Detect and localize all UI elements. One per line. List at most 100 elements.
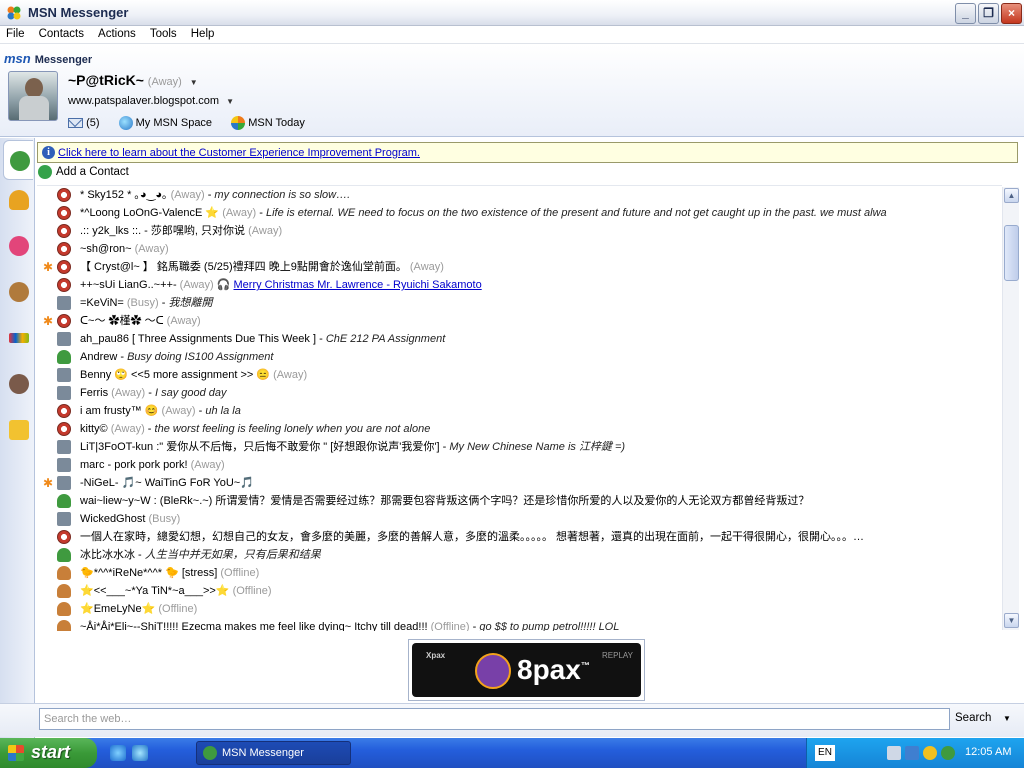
contact-name: ++~sUi LianG..~++- [80,279,180,291]
avatar[interactable] [8,71,58,121]
language-indicator[interactable]: EN [815,745,835,761]
search-input[interactable] [39,708,950,730]
status-busy-icon [57,458,71,472]
tab-character[interactable] [3,364,33,404]
contact-row[interactable]: Ferris (Away) - I say good day [37,384,997,402]
ad-banner[interactable]: Xpax 8pax™ REPLAY [408,639,645,701]
menu-file[interactable]: File [0,26,30,40]
menu-contacts[interactable]: Contacts [33,26,89,40]
scroll-down-button[interactable]: ▼ [1004,613,1019,628]
status-away-icon [57,530,71,544]
contact-text: ᑕ~〜 ✿槿✿ 〜ᑕ (Away) [80,312,201,330]
mail-link[interactable]: (5) [68,117,108,129]
contact-row[interactable]: WickedGhost (Busy) [37,510,997,528]
maximize-button[interactable]: ❐ [978,3,999,24]
contact-text: wai~liew~y~W : (BleRk~.~) 所谓爱情？爱情是否需要经过练… [80,492,809,510]
contact-status: (Away) [111,387,146,399]
status-offline-icon [57,620,71,631]
contact-status: (Away) [170,189,205,201]
contact-row[interactable]: Benny 🙄 <<5 more assignment >> 😑 (Away) [37,366,997,384]
scroll-up-button[interactable]: ▲ [1004,188,1019,203]
menu-help[interactable]: Help [185,26,220,40]
contact-row[interactable]: i am frusty™ 😊 (Away) - uh la la [37,402,997,420]
contact-name: ⭐<<___~*Ya TiN*~a___>>⭐ [80,585,233,597]
contact-row[interactable]: ~sh@ron~ (Away) [37,240,997,258]
contact-row[interactable]: kitty© (Away) - the worst feeling is fee… [37,420,997,438]
contact-message: Life is eternal. WE need to focus on the… [266,207,887,219]
contact-status: (Away) [179,279,214,291]
contact-row[interactable]: ++~sUi LianG..~++- (Away) 🎧 Merry Christ… [37,276,997,294]
menu-actions[interactable]: Actions [92,26,141,40]
contact-row[interactable]: *^Loong LoOnG-ValencE ⭐ (Away) - Life is… [37,204,997,222]
contact-separator: - [158,297,169,309]
contact-row[interactable]: * Sky152 * ｡◕‿◕｡ (Away) - my connection … [37,186,997,204]
start-button[interactable]: start [0,738,97,768]
window-title: MSN Messenger [28,5,129,20]
match-icon [9,236,29,256]
tab-ebay[interactable] [3,318,33,358]
msn-explorer-icon[interactable] [132,745,148,761]
messenger-task-icon [203,746,217,760]
star-icon: ✱ [43,314,54,328]
personal-message[interactable]: www.patspalaver.blogspot.com ▼ [68,95,234,107]
contact-row[interactable]: 一個人在家時，總愛幻想，幻想自己的女友，會多麼的美麗，多麼的善解人意，多麼的溫柔… [37,528,997,546]
msn-today-link[interactable]: MSN Today [231,116,313,130]
tab-yellow[interactable] [3,410,33,450]
contact-row[interactable]: ✱ -NiGeL- 🎵~ WaiTinG FoR YoU~🎵 [37,474,997,492]
mail-icon [68,118,83,128]
contact-row[interactable]: Andrew - Busy doing IS100 Assignment [37,348,997,366]
contact-row[interactable]: 冰比冰水冰 - 人生当中并无如果，只有后果和结果 [37,546,997,564]
status-away-icon [57,404,71,418]
internet-explorer-icon[interactable] [110,745,126,761]
contact-message: 我想離開 [168,297,213,309]
display-name[interactable]: ~P@tRicK~ (Away) ▼ [68,72,198,88]
display-icon[interactable] [887,746,901,760]
contact-text: ~Åi*Åi*Elі~--ShiT!!!!! Ezecma makes me f… [80,618,619,631]
contact-text: .:: y2k_lks ::. - 莎郎嘿哟, 只对你说 (Away) [80,222,282,240]
menu-tools[interactable]: Tools [144,26,182,40]
close-button[interactable]: × [1001,3,1022,24]
add-contact-label: Add a Contact [56,165,129,178]
taskbar: start MSN Messenger EN 12:05 AM [0,738,1024,768]
messenger-tray-icon[interactable] [941,746,955,760]
contact-name: kitty© [80,423,111,435]
contact-row[interactable]: 🐤*^^*iReNe*^^* 🐤 [stress] (Offline) [37,564,997,582]
tab-games[interactable] [3,272,33,312]
my-space-label: My MSN Space [135,116,213,129]
scroll-thumb[interactable] [1004,225,1019,281]
add-contact-button[interactable]: Add a Contact [38,165,129,181]
info-bar: i Click here to learn about the Customer… [37,142,1018,163]
contact-row[interactable]: wai~liew~y~W : (BleRk~.~) 所谓爱情？爱情是否需要经过练… [37,492,997,510]
qq-icon[interactable] [923,746,937,760]
contact-row[interactable]: =KeViN= (Busy) - 我想離開 [37,294,997,312]
contact-row[interactable]: ⭐<<___~*Ya TiN*~a___>>⭐ (Offline) [37,582,997,600]
network-icon[interactable] [905,746,919,760]
contact-row[interactable]: .:: y2k_lks ::. - 莎郎嘿哟, 只对你说 (Away) [37,222,997,240]
search-button[interactable]: Search [955,712,991,724]
contact-row[interactable]: ah_pau86 [ Three Assignments Due This We… [37,330,997,348]
contact-row[interactable]: LiT|3FoOT-kun :" 爱你从不后悔，只后悔不敢爱你 " [好想跟你说… [37,438,997,456]
status-offline-icon [57,602,71,616]
contact-message: uh la la [205,405,241,417]
contact-text: Benny 🙄 <<5 more assignment >> 😑 (Away) [80,366,307,384]
contact-row[interactable]: ⭐EmeLyNe⭐ (Offline) [37,600,997,618]
my-space-link[interactable]: My MSN Space [118,116,220,130]
contact-row[interactable]: ✱ ᑕ~〜 ✿槿✿ 〜ᑕ (Away) [37,312,997,330]
minimize-button[interactable]: _ [955,3,976,24]
tab-contacts[interactable] [3,140,33,180]
contact-row[interactable]: ~Åi*Åi*Elі~--ShiT!!!!! Ezecma makes me f… [37,618,997,631]
contact-row[interactable]: marc - pork pork pork! (Away) [37,456,997,474]
search-options-icon[interactable]: ▼ [1003,714,1011,723]
contact-row[interactable]: ✱ 【 Cryst@l~ 】 銘馬職委 (5/25)禮拜四 晚上9點開會於逸仙堂前… [37,258,997,276]
tab-alerts[interactable] [3,180,33,220]
status-dropdown-icon[interactable]: ▼ [190,78,198,87]
contact-text: ⭐EmeLyNe⭐ (Offline) [80,600,197,618]
now-playing-link[interactable]: Merry Christmas Mr. Lawrence - Ryuichi S… [234,279,482,291]
contact-status: (Away) [190,459,225,471]
contact-list-scrollbar[interactable]: ▲ ▼ [1002,187,1019,630]
status-busy-icon [57,440,71,454]
tab-match[interactable] [3,226,33,266]
personal-message-dropdown-icon[interactable]: ▼ [226,97,234,106]
taskbar-msn-messenger[interactable]: MSN Messenger [196,741,351,765]
ceip-link[interactable]: Click here to learn about the Customer E… [58,147,420,159]
